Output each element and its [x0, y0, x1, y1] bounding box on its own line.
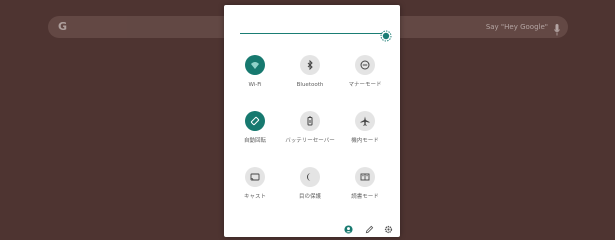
tile-bluetooth[interactable]: Bluetooth	[281, 55, 339, 89]
tile-label: 自動回転	[243, 138, 266, 144]
tile-reading-mode[interactable]: 読書モード	[336, 167, 394, 201]
auto-rotate-icon	[245, 111, 265, 131]
search-hint: Say "Hey Google"	[485, 23, 548, 31]
tile-label: 読書モード	[351, 194, 379, 200]
night-light-icon	[300, 167, 320, 187]
tile-label: Wi-Fi	[248, 82, 262, 88]
tile-wifi[interactable]: Wi-Fi	[226, 55, 284, 89]
tile-label: Bluetooth	[296, 82, 324, 88]
google-logo: G	[58, 20, 68, 33]
cast-icon	[245, 167, 265, 187]
airplane-mode-icon	[355, 111, 375, 131]
tile-cast[interactable]: キャスト	[226, 167, 284, 201]
tile-label: マナーモード	[348, 82, 382, 88]
tile-airplane-mode[interactable]: 機内モード	[336, 111, 394, 145]
brightness-slider[interactable]	[240, 33, 382, 34]
edit-icon[interactable]	[365, 219, 374, 234]
battery-saver-icon	[300, 111, 320, 131]
wifi-icon	[245, 55, 265, 75]
settings-icon[interactable]	[384, 219, 393, 234]
tile-label: 機内モード	[351, 138, 379, 144]
tile-auto-rotate[interactable]: 自動回転	[226, 111, 284, 145]
tile-battery-saver[interactable]: バッテリーセーバー	[281, 111, 339, 145]
reading-mode-icon	[355, 167, 375, 187]
brightness-thumb-icon[interactable]	[380, 27, 392, 42]
tile-label: バッテリーセーバー	[285, 138, 335, 144]
user-icon[interactable]	[344, 219, 353, 234]
tile-label: 目の保護	[298, 194, 321, 200]
mic-icon[interactable]	[554, 21, 560, 36]
quick-settings-panel: Wi-Fi Bluetooth マナーモード 自動回転 バッテリーセーバー 機内…	[224, 5, 400, 237]
tile-night-light[interactable]: 目の保護	[281, 167, 339, 201]
tile-do-not-disturb[interactable]: マナーモード	[336, 55, 394, 89]
do-not-disturb-icon	[355, 55, 375, 75]
tile-label: キャスト	[243, 194, 266, 200]
bluetooth-icon	[300, 55, 320, 75]
